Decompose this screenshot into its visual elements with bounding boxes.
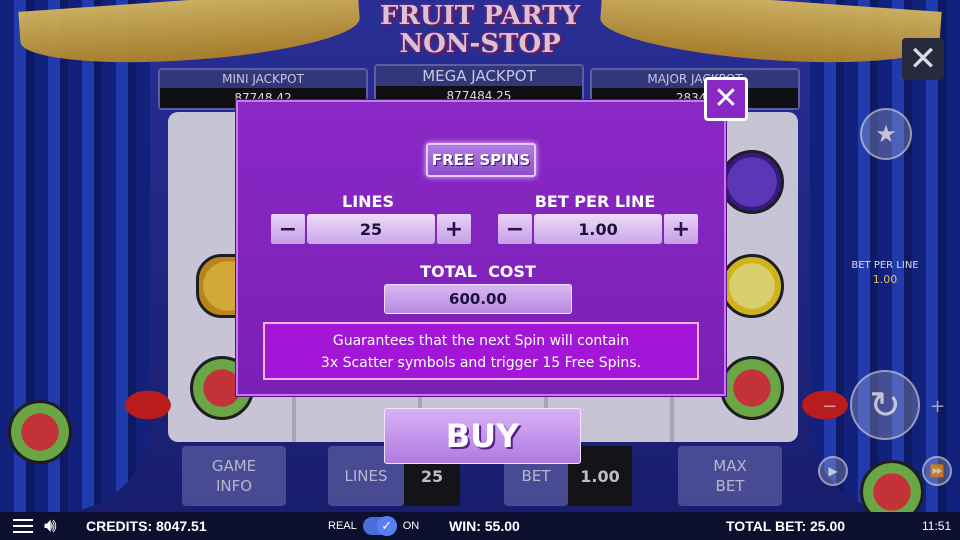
status-bar: 🔊︎ CREDITS: 8047.51 REAL ON WIN: 55.00 T…: [0, 512, 960, 540]
lines-increase-button[interactable]: +: [437, 214, 471, 244]
total-cost-value: 600.00: [384, 284, 572, 314]
free-spins-tab[interactable]: FREE SPINS: [426, 143, 536, 177]
on-label: ON: [402, 520, 420, 532]
bet-per-line-increase-button[interactable]: +: [664, 214, 698, 244]
real-mode-switch[interactable]: [362, 516, 397, 536]
description-line-1: Guarantees that the next Spin will conta…: [332, 333, 630, 349]
win-display: WIN: 55.00: [449, 518, 520, 534]
lines-stepper-value: 25: [307, 214, 435, 244]
real-label: REAL: [328, 520, 357, 532]
credits-display: CREDITS: 8047.51: [86, 518, 207, 534]
real-mode-toggle[interactable]: REAL ON: [328, 512, 419, 540]
lines-decrease-button[interactable]: −: [271, 214, 305, 244]
bet-per-line-heading: BET PER LINE: [534, 192, 656, 211]
bet-per-line-decrease-button[interactable]: −: [498, 214, 532, 244]
free-spins-description: Guarantees that the next Spin will conta…: [263, 322, 699, 380]
buy-button[interactable]: BUY: [384, 408, 581, 464]
dialog-close-icon[interactable]: ✕: [704, 77, 748, 121]
total-cost-heading: TOTAL COST: [420, 262, 536, 281]
lines-heading: LINES: [342, 192, 394, 211]
clock: 11:51: [922, 519, 952, 533]
bet-per-line-stepper: − 1.00 +: [498, 214, 698, 244]
bet-per-line-stepper-value: 1.00: [534, 214, 662, 244]
menu-icon[interactable]: [12, 512, 34, 540]
total-bet-display: TOTAL BET: 25.00: [726, 518, 846, 534]
sound-icon[interactable]: 🔊︎: [44, 512, 57, 540]
description-line-2: 3x Scatter symbols and trigger 15 Free S…: [320, 355, 642, 371]
lines-stepper: − 25 +: [271, 214, 471, 244]
